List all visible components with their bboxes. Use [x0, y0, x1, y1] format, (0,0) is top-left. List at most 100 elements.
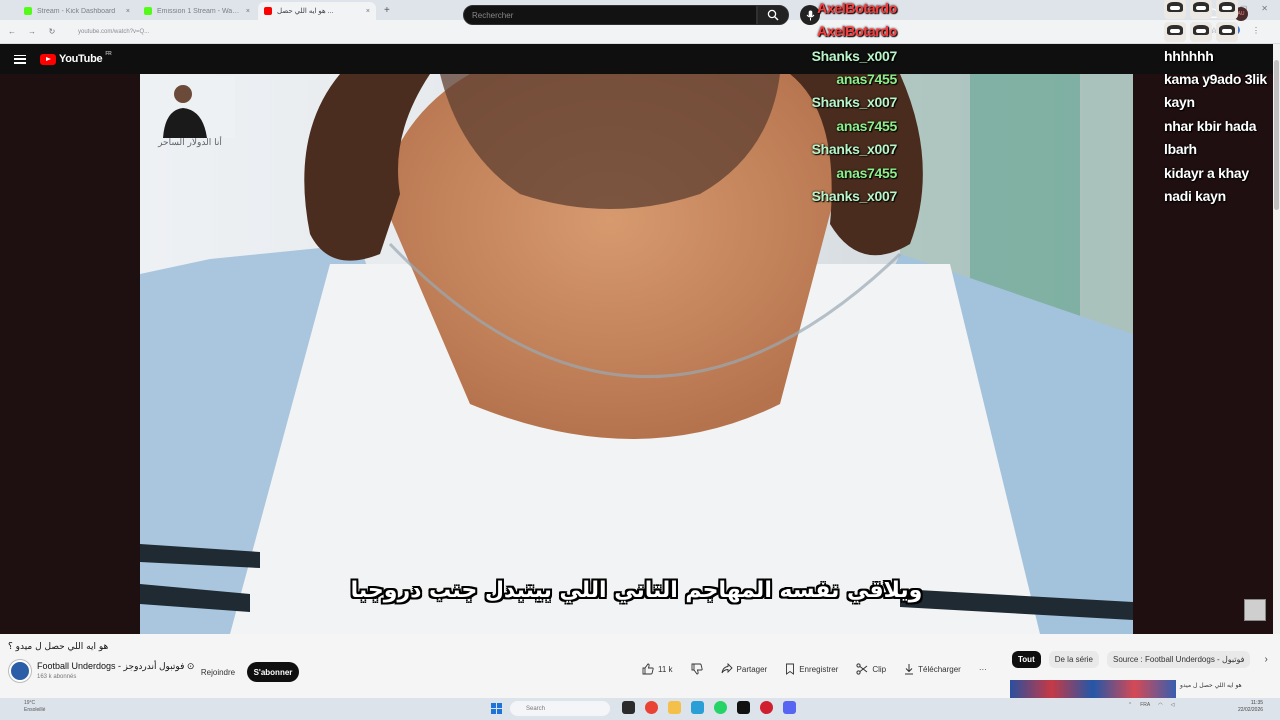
recommendation-chips: Tout De la série Source : Football Under…	[1012, 651, 1268, 668]
thumbs-down-icon	[691, 663, 703, 675]
whatsapp-icon[interactable]	[714, 701, 727, 714]
youtube-logo[interactable]: YouTube FR	[40, 51, 112, 65]
search-button[interactable]	[757, 5, 789, 25]
search-icon	[767, 9, 779, 21]
share-label: Partager	[736, 664, 768, 674]
browser-tab-youtube[interactable]: هو ايه اللي حصل ... ×	[258, 2, 376, 20]
kekw-emote-icon	[1164, 0, 1186, 19]
subscribe-button[interactable]: S'abonner	[247, 662, 299, 682]
chat-username: anas7455	[836, 165, 897, 181]
chip-source[interactable]: Source : Football Underdogs - فوتبول	[1106, 651, 1251, 668]
video-player[interactable]	[140, 74, 1133, 634]
chat-text: kayn	[1164, 94, 1195, 110]
youtube-favicon-icon	[264, 7, 272, 15]
taskbar-clock[interactable]: 11:35 22/02/2026	[1238, 700, 1263, 714]
kekw-emote-icon	[1216, 0, 1238, 19]
weather-widget[interactable]: 19°C Ensoleillé	[24, 700, 45, 714]
thumbs-up-icon	[642, 663, 654, 675]
taskbar-apps	[622, 701, 796, 714]
recommended-video-thumbnail[interactable]	[1010, 680, 1176, 698]
clock-time: 11:35	[1250, 700, 1264, 706]
video-subtitle: ويلاقي نفسه المهاجم التاني اللي بيتبدل ج…	[350, 578, 923, 603]
chat-username: Shanks_x007	[811, 188, 898, 204]
chat-text: nadi kayn	[1164, 188, 1226, 204]
chat-text: lbarh	[1164, 141, 1197, 157]
player-side-area	[1133, 74, 1273, 634]
chat-username: anas7455	[836, 71, 897, 87]
tab-close-icon[interactable]: ×	[366, 8, 370, 15]
search-input[interactable]	[463, 5, 757, 25]
tray-arrow-icon[interactable]: ⌃	[1128, 702, 1132, 708]
reload-icon[interactable]: ↻	[46, 27, 58, 36]
download-icon	[905, 664, 914, 675]
corner-thumbnail[interactable]	[1244, 599, 1266, 621]
tab-close-icon[interactable]: ×	[126, 8, 130, 15]
share-button[interactable]: Partager	[721, 663, 768, 675]
tab-label: Stream - Kick Dashboard	[37, 7, 116, 15]
new-tab-button[interactable]: +	[378, 2, 396, 20]
system-tray: ⌃ FRA ◠ ◁	[1128, 702, 1174, 708]
save-button[interactable]: Enregistrer	[785, 663, 838, 675]
chips-next-icon[interactable]: ›	[1264, 654, 1267, 665]
watermark-portrait	[145, 76, 235, 138]
subscriber-count: 163 k abonnés	[37, 674, 77, 680]
download-button[interactable]: Télécharger	[904, 663, 961, 675]
join-button[interactable]: Rejoindre	[198, 663, 238, 681]
save-label: Enregistrer	[799, 664, 839, 674]
youtube-play-icon	[40, 53, 56, 65]
channel-name[interactable]: Football Underdogs - فوتبول أندردوجز ⊙	[37, 661, 194, 672]
discord-icon[interactable]	[783, 701, 796, 714]
address-field[interactable]: youtube.com/watch?v=Q...	[66, 23, 586, 40]
chat-text: kidayr a khay	[1164, 165, 1249, 181]
chip-series[interactable]: De la série	[1048, 651, 1099, 668]
chat-text: nhar kbir hada	[1164, 118, 1257, 134]
volume-icon[interactable]: ◁	[1171, 702, 1175, 708]
microphone-icon	[806, 10, 814, 20]
like-count: 11 k	[658, 664, 673, 674]
video-title: هو ايه اللي حصل ل ميدو ؟	[8, 642, 109, 652]
channel-avatar[interactable]	[9, 660, 31, 682]
taskbar-search[interactable]: Search	[510, 701, 610, 716]
wifi-icon[interactable]: ◠	[1158, 702, 1162, 708]
chat-text: kama y9ado 3lik	[1164, 71, 1267, 87]
kekw-emote-icon	[1164, 22, 1186, 42]
chat-username: anas7455	[836, 118, 897, 134]
share-icon	[721, 663, 733, 674]
recommended-video-title[interactable]: هو ايه اللي حصل ل ميدو	[1180, 682, 1242, 689]
chip-all[interactable]: Tout	[1012, 651, 1041, 668]
video-actions: 11 k Partager Enregistrer Clip Télécharg…	[642, 663, 987, 675]
clip-button[interactable]: Clip	[856, 663, 886, 675]
screen: Stream - Kick Dashboard × Emission 1 Str…	[0, 0, 1280, 720]
close-window-icon[interactable]: ✕	[1261, 4, 1268, 13]
youtube-logo-text: YouTube	[59, 53, 103, 65]
video-frame	[140, 74, 1133, 634]
browser-tab-kick-stream[interactable]: Emission 1 Stream - Watch Live ×	[138, 2, 256, 20]
chat-emotes	[1164, 22, 1238, 42]
chat-username: AxelBotardo	[817, 23, 897, 39]
browser-tab-kick-dashboard[interactable]: Stream - Kick Dashboard ×	[18, 2, 136, 20]
tab-close-icon[interactable]: ×	[246, 8, 250, 15]
more-actions-button[interactable]: ···	[979, 665, 987, 674]
file-explorer-icon[interactable]	[622, 701, 635, 714]
dislike-button[interactable]	[691, 663, 703, 675]
back-icon[interactable]: ←	[6, 27, 18, 36]
scrollbar-thumb[interactable]	[1274, 60, 1279, 210]
chrome-icon[interactable]	[645, 701, 658, 714]
kekw-emote-icon	[1216, 22, 1238, 42]
youtube-masthead: YouTube FR	[0, 44, 1280, 74]
spotify-icon[interactable]	[737, 701, 750, 714]
chat-username: Shanks_x007	[811, 94, 898, 110]
like-button[interactable]: 11 k	[642, 663, 673, 675]
hamburger-menu-icon[interactable]	[14, 54, 26, 64]
browser-menu-icon[interactable]: ⋮	[1250, 26, 1262, 35]
tab-label: Emission 1 Stream - Watch Live	[157, 7, 241, 15]
edge-icon[interactable]	[691, 701, 704, 714]
chat-username: Shanks_x007	[811, 141, 898, 157]
folder-icon[interactable]	[668, 701, 681, 714]
forward-icon[interactable]: →	[26, 27, 38, 36]
clip-label: Clip	[872, 664, 887, 674]
language-indicator[interactable]: FRA	[1140, 702, 1150, 708]
chat-username: Shanks_x007	[811, 48, 898, 64]
opera-icon[interactable]	[760, 701, 773, 714]
windows-start-icon[interactable]	[491, 703, 502, 714]
